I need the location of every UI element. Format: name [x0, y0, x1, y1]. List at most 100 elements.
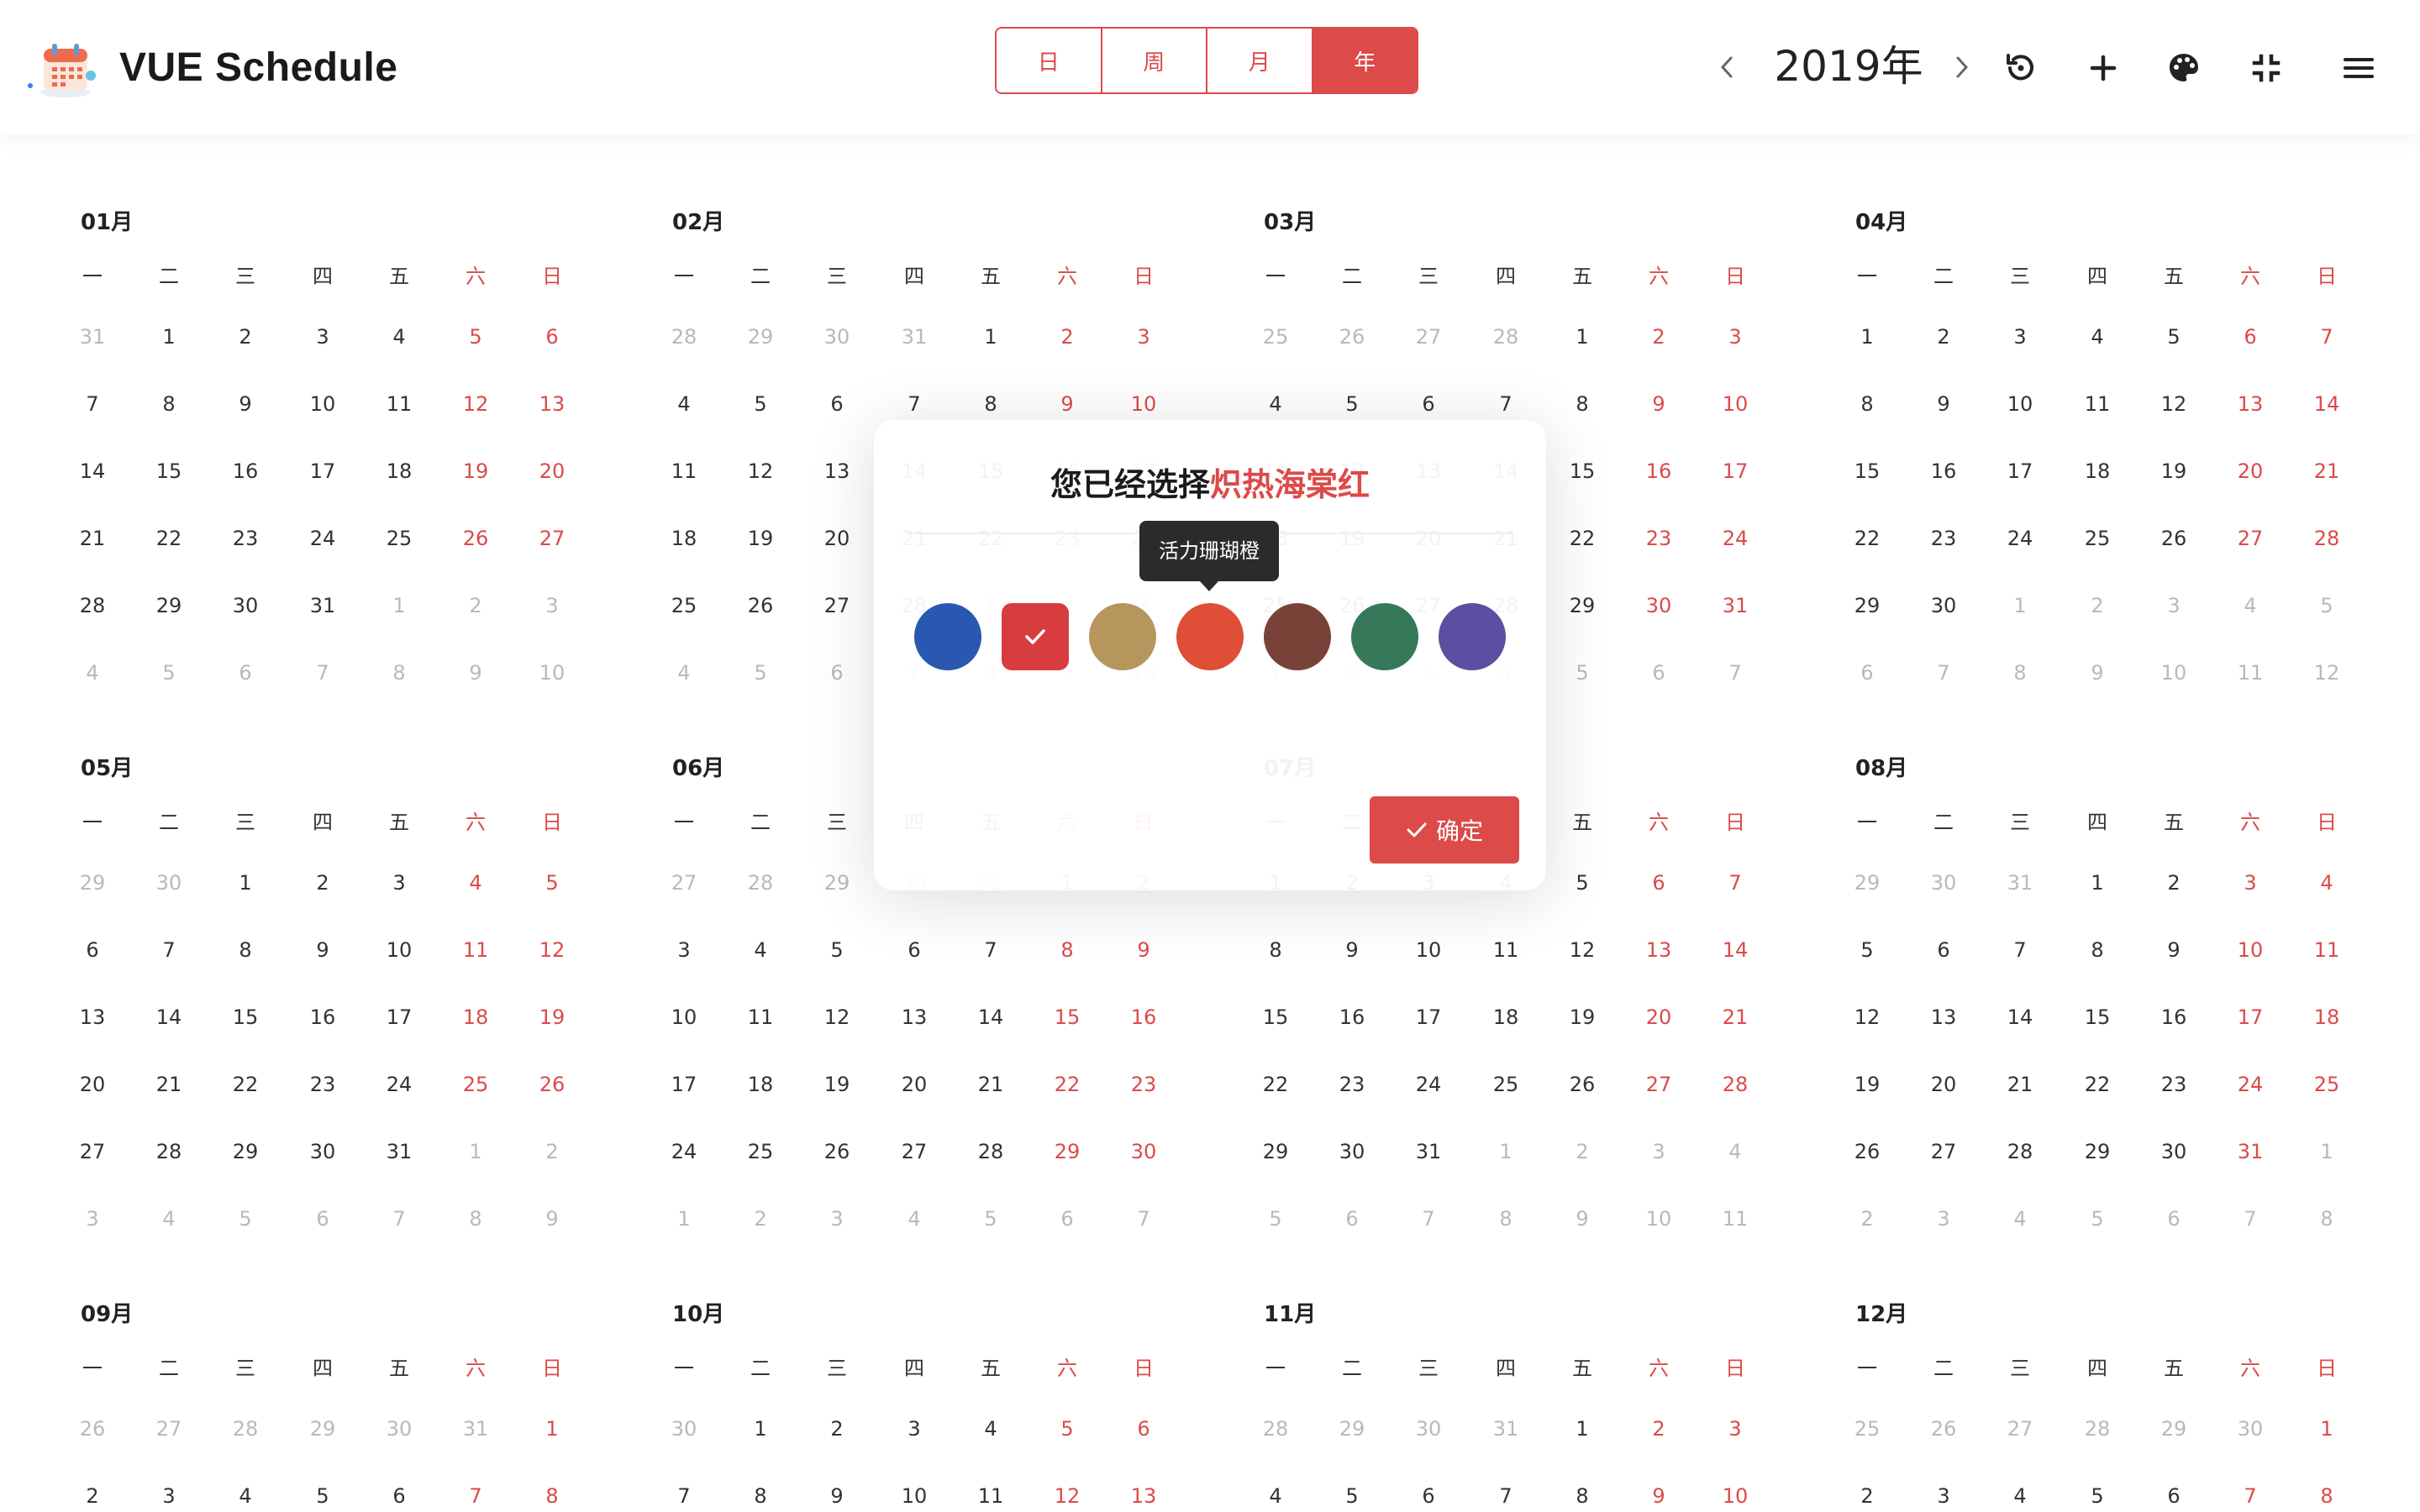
day-cell[interactable]: 22 [1042, 1072, 1092, 1097]
day-cell[interactable]: 13 [527, 391, 577, 417]
day-cell[interactable]: 18 [2072, 459, 2123, 484]
day-cell[interactable]: 3 [2149, 593, 2199, 618]
day-cell[interactable]: 20 [1634, 1005, 1684, 1030]
day-cell[interactable]: 6 [220, 660, 271, 685]
day-cell[interactable]: 24 [297, 526, 348, 551]
day-cell[interactable]: 3 [659, 937, 709, 963]
day-cell[interactable]: 9 [220, 391, 271, 417]
day-cell[interactable]: 8 [1557, 391, 1607, 417]
swatch-khaki[interactable] [1089, 603, 1156, 670]
day-cell[interactable]: 27 [889, 1139, 939, 1164]
day-cell[interactable]: 26 [1327, 324, 1377, 349]
day-cell[interactable]: 4 [1250, 391, 1301, 417]
day-cell[interactable]: 7 [2225, 1483, 2275, 1509]
day-cell[interactable]: 28 [67, 593, 118, 618]
day-cell[interactable]: 5 [1042, 1416, 1092, 1441]
day-cell[interactable]: 4 [374, 324, 424, 349]
day-cell[interactable]: 28 [220, 1416, 271, 1441]
day-cell[interactable]: 25 [2302, 1072, 2352, 1097]
day-cell[interactable]: 1 [2302, 1416, 2352, 1441]
day-cell[interactable]: 8 [2302, 1483, 2352, 1509]
day-cell[interactable]: 7 [1918, 660, 1969, 685]
day-cell[interactable]: 12 [1557, 937, 1607, 963]
day-cell[interactable]: 18 [450, 1005, 501, 1030]
day-cell[interactable]: 14 [2302, 391, 2352, 417]
day-cell[interactable]: 3 [889, 1416, 939, 1441]
day-cell[interactable]: 12 [450, 391, 501, 417]
day-cell[interactable]: 22 [1250, 1072, 1301, 1097]
day-cell[interactable]: 6 [2149, 1483, 2199, 1509]
day-cell[interactable]: 28 [735, 870, 786, 895]
day-cell[interactable]: 2 [527, 1139, 577, 1164]
day-cell[interactable]: 9 [1918, 391, 1969, 417]
day-cell[interactable]: 19 [450, 459, 501, 484]
day-cell[interactable]: 2 [1042, 324, 1092, 349]
day-cell[interactable]: 3 [527, 593, 577, 618]
day-cell[interactable]: 31 [1995, 870, 2045, 895]
day-cell[interactable]: 2 [1842, 1206, 1892, 1231]
day-cell[interactable]: 9 [450, 660, 501, 685]
day-cell[interactable]: 3 [1118, 324, 1169, 349]
day-cell[interactable]: 22 [1557, 526, 1607, 551]
day-cell[interactable]: 5 [1557, 660, 1607, 685]
day-cell[interactable]: 25 [450, 1072, 501, 1097]
day-cell[interactable]: 22 [220, 1072, 271, 1097]
history-icon[interactable] [2003, 50, 2039, 86]
day-cell[interactable]: 3 [1710, 324, 1760, 349]
day-cell[interactable]: 26 [450, 526, 501, 551]
day-cell[interactable]: 30 [812, 324, 862, 349]
day-cell[interactable]: 28 [1710, 1072, 1760, 1097]
day-cell[interactable]: 18 [735, 1072, 786, 1097]
day-cell[interactable]: 22 [1842, 526, 1892, 551]
day-cell[interactable]: 7 [297, 660, 348, 685]
day-cell[interactable]: 2 [220, 324, 271, 349]
day-cell[interactable]: 6 [889, 937, 939, 963]
day-cell[interactable]: 4 [450, 870, 501, 895]
day-cell[interactable]: 7 [889, 391, 939, 417]
day-cell[interactable]: 23 [1327, 1072, 1377, 1097]
day-cell[interactable]: 14 [1710, 937, 1760, 963]
day-cell[interactable]: 6 [812, 391, 862, 417]
day-cell[interactable]: 15 [144, 459, 194, 484]
day-cell[interactable]: 8 [1995, 660, 2045, 685]
day-cell[interactable]: 31 [67, 324, 118, 349]
day-cell[interactable]: 5 [965, 1206, 1016, 1231]
day-cell[interactable]: 10 [2225, 937, 2275, 963]
day-cell[interactable]: 10 [889, 1483, 939, 1509]
day-cell[interactable]: 30 [1634, 593, 1684, 618]
day-cell[interactable]: 5 [144, 660, 194, 685]
day-cell[interactable]: 5 [1557, 870, 1607, 895]
day-cell[interactable]: 7 [2225, 1206, 2275, 1231]
day-cell[interactable]: 8 [1557, 1483, 1607, 1509]
day-cell[interactable]: 20 [889, 1072, 939, 1097]
day-cell[interactable]: 13 [1918, 1005, 1969, 1030]
day-cell[interactable]: 30 [2149, 1139, 2199, 1164]
day-cell[interactable]: 12 [2149, 391, 2199, 417]
view-day-tab[interactable]: 日 [997, 29, 1102, 92]
day-cell[interactable]: 11 [735, 1005, 786, 1030]
day-cell[interactable]: 18 [659, 526, 709, 551]
day-cell[interactable]: 27 [1918, 1139, 1969, 1164]
day-cell[interactable]: 16 [2149, 1005, 2199, 1030]
day-cell[interactable]: 20 [1918, 1072, 1969, 1097]
day-cell[interactable]: 27 [144, 1416, 194, 1441]
day-cell[interactable]: 25 [659, 593, 709, 618]
day-cell[interactable]: 7 [2302, 324, 2352, 349]
day-cell[interactable]: 31 [374, 1139, 424, 1164]
day-cell[interactable]: 4 [2072, 324, 2123, 349]
day-cell[interactable]: 12 [1842, 1005, 1892, 1030]
day-cell[interactable]: 10 [659, 1005, 709, 1030]
day-cell[interactable]: 10 [1995, 391, 2045, 417]
day-cell[interactable]: 24 [659, 1139, 709, 1164]
day-cell[interactable]: 18 [374, 459, 424, 484]
day-cell[interactable]: 26 [812, 1139, 862, 1164]
day-cell[interactable]: 21 [2302, 459, 2352, 484]
day-cell[interactable]: 31 [450, 1416, 501, 1441]
day-cell[interactable]: 5 [812, 937, 862, 963]
day-cell[interactable]: 15 [1250, 1005, 1301, 1030]
day-cell[interactable]: 8 [1250, 937, 1301, 963]
day-cell[interactable]: 1 [2302, 1139, 2352, 1164]
day-cell[interactable]: 28 [2302, 526, 2352, 551]
day-cell[interactable]: 15 [1042, 1005, 1092, 1030]
day-cell[interactable]: 3 [1918, 1206, 1969, 1231]
